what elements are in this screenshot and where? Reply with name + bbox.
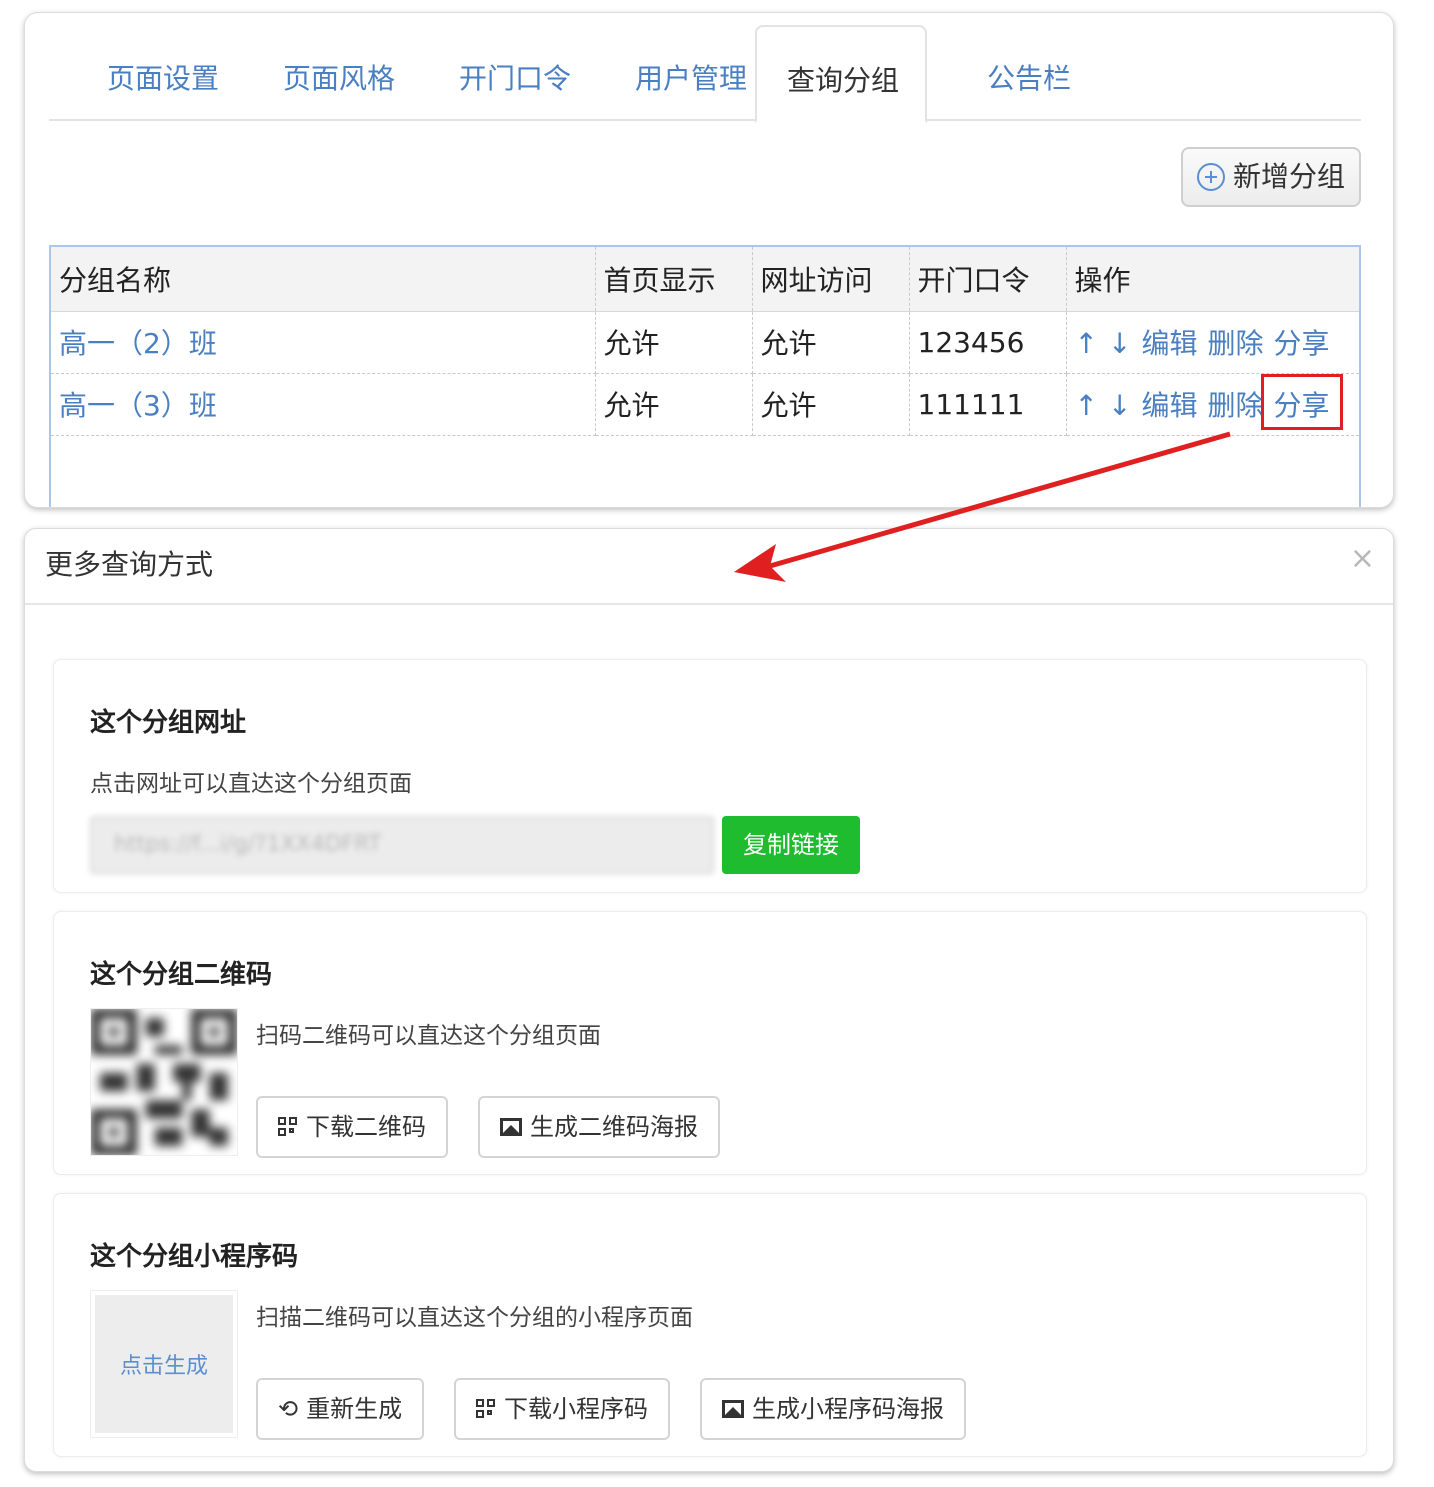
miniprogram-poster-label: 生成小程序码海报 xyxy=(752,1395,944,1423)
miniprogram-code-placeholder: 点击生成 xyxy=(90,1290,238,1438)
refresh-icon: ⟲ xyxy=(278,1395,299,1423)
header-group-name: 分组名称 xyxy=(51,247,596,312)
group-url-field[interactable]: https://f...i/g/?1XX4DFRT xyxy=(90,816,714,874)
qrcode-icon xyxy=(476,1399,496,1419)
mp-card-desc: 扫描二维码可以直达这个分组的小程序页面 xyxy=(256,1305,693,1331)
regenerate-label: 重新生成 xyxy=(306,1395,403,1423)
url-access-cell: 允许 xyxy=(752,373,910,436)
move-down-button[interactable]: ↓ xyxy=(1108,327,1131,360)
header-door-password: 开门口令 xyxy=(909,247,1067,312)
qrcode-poster-button[interactable]: 生成二维码海报 xyxy=(478,1096,720,1158)
tab-page-style[interactable]: 页面风格 xyxy=(255,25,423,121)
table-row: 高一（2）班 允许 允许 123456 ↑ ↓ 编辑 删除 分享 xyxy=(51,311,1359,374)
group-url-card: 这个分组网址 点击网址可以直达这个分组页面 https://f...i/g/?1… xyxy=(53,659,1367,893)
group-miniprogram-card: 这个分组小程序码 点击生成 扫描二维码可以直达这个分组的小程序页面 ⟲ 重新生成… xyxy=(53,1193,1367,1457)
qr-card-title: 这个分组二维码 xyxy=(90,960,273,990)
more-query-modal: 更多查询方式 × 这个分组网址 点击网址可以直达这个分组页面 https://f… xyxy=(24,528,1394,1472)
edit-button[interactable]: 编辑 xyxy=(1141,327,1197,360)
url-card-title: 这个分组网址 xyxy=(90,708,247,738)
header-actions: 操作 xyxy=(1066,247,1359,312)
regenerate-button[interactable]: ⟲ 重新生成 xyxy=(256,1378,425,1440)
tab-door-password[interactable]: 开门口令 xyxy=(431,25,599,121)
actions-cell: ↑ ↓ 编辑 删除 分享 xyxy=(1066,373,1359,436)
header-url-access: 网址访问 xyxy=(752,247,910,312)
click-generate-link[interactable]: 点击生成 xyxy=(95,1295,233,1433)
tab-query-groups[interactable]: 查询分组 xyxy=(755,25,927,123)
image-icon xyxy=(500,1118,522,1136)
door-password-cell: 123456 xyxy=(909,311,1067,374)
share-highlight: 分享 xyxy=(1261,374,1344,430)
add-group-label: 新增分组 xyxy=(1232,160,1345,193)
tab-page-settings[interactable]: 页面设置 xyxy=(79,25,247,121)
delete-button[interactable]: 删除 xyxy=(1207,327,1263,360)
share-button[interactable]: 分享 xyxy=(1273,327,1329,360)
plus-circle-icon xyxy=(1196,163,1225,191)
edit-button[interactable]: 编辑 xyxy=(1141,389,1197,422)
qr-code-pattern xyxy=(91,1009,237,1155)
modal-header: 更多查询方式 × xyxy=(25,529,1393,605)
add-group-button[interactable]: 新增分组 xyxy=(1180,147,1361,207)
url-card-desc: 点击网址可以直达这个分组页面 xyxy=(90,771,412,797)
move-up-button[interactable]: ↑ xyxy=(1075,389,1098,422)
highlight-box xyxy=(1261,374,1344,430)
home-display-cell: 允许 xyxy=(595,311,753,374)
delete-button[interactable]: 删除 xyxy=(1207,389,1263,422)
download-qrcode-button[interactable]: 下载二维码 xyxy=(256,1096,448,1158)
modal-title: 更多查询方式 xyxy=(45,548,214,581)
image-icon xyxy=(722,1400,744,1418)
download-qrcode-label: 下载二维码 xyxy=(306,1113,426,1141)
download-miniprogram-code-button[interactable]: 下载小程序码 xyxy=(454,1378,670,1440)
group-name-link[interactable]: 高一（2）班 xyxy=(59,327,217,360)
qrcode-icon xyxy=(278,1117,298,1137)
home-display-cell: 允许 xyxy=(595,373,753,436)
url-access-cell: 允许 xyxy=(752,311,910,374)
table-row: 高一（3）班 允许 允许 111111 ↑ ↓ 编辑 删除 分享 xyxy=(51,373,1359,436)
move-down-button[interactable]: ↓ xyxy=(1108,389,1131,422)
mp-card-title: 这个分组小程序码 xyxy=(90,1242,299,1272)
tab-bulletin[interactable]: 公告栏 xyxy=(959,25,1099,121)
qrcode-poster-label: 生成二维码海报 xyxy=(530,1113,698,1141)
close-icon[interactable]: × xyxy=(1350,541,1375,576)
table-header-row: 分组名称 首页显示 网址访问 开门口令 操作 xyxy=(51,247,1359,312)
move-up-button[interactable]: ↑ xyxy=(1075,327,1098,360)
actions-cell: ↑ ↓ 编辑 删除 分享 xyxy=(1066,311,1359,374)
download-miniprogram-label: 下载小程序码 xyxy=(504,1395,648,1423)
qr-card-desc: 扫码二维码可以直达这个分组页面 xyxy=(256,1023,601,1049)
header-home-display: 首页显示 xyxy=(595,247,753,312)
group-qrcode-card: 这个分组二维码 扫码二维码可以直达这个分组页面 下载二维码 生成二维码海报 xyxy=(53,911,1367,1175)
groups-table: 分组名称 首页显示 网址访问 开门口令 操作 高一（2）班 允许 允许 1234… xyxy=(49,245,1361,507)
copy-link-button[interactable]: 复制链接 xyxy=(722,816,860,874)
tab-user-management[interactable]: 用户管理 xyxy=(607,25,775,121)
tab-bar: 页面设置 页面风格 开门口令 用户管理 查询分组 公告栏 xyxy=(49,25,1361,123)
group-settings-panel: 页面设置 页面风格 开门口令 用户管理 查询分组 公告栏 新增分组 分组名称 首… xyxy=(24,12,1394,508)
qr-code-image xyxy=(90,1008,238,1156)
group-name-link[interactable]: 高一（3）班 xyxy=(59,389,217,422)
door-password-cell: 111111 xyxy=(909,373,1067,436)
miniprogram-poster-button[interactable]: 生成小程序码海报 xyxy=(700,1378,966,1440)
